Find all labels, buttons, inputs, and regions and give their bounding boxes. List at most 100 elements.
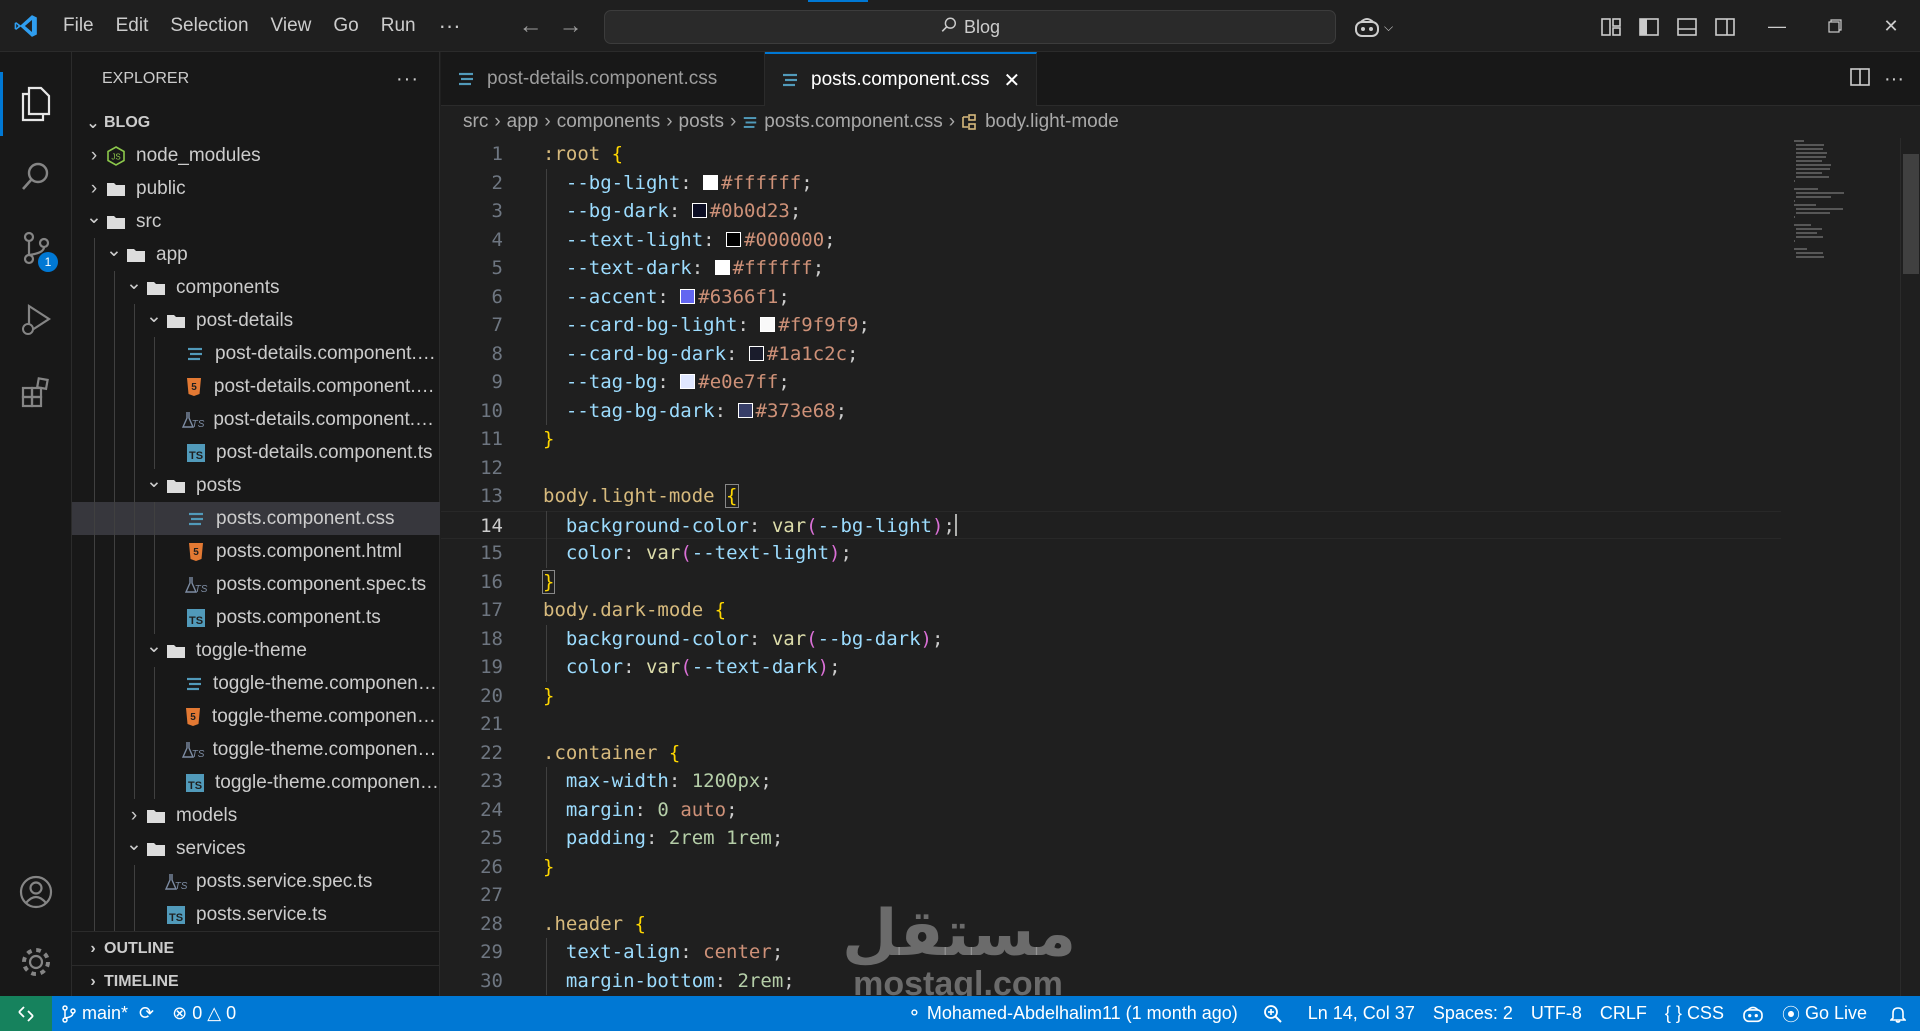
eol-status[interactable]: CRLF xyxy=(1591,996,1656,1031)
code-line[interactable]: 28 .header { xyxy=(441,910,1781,939)
outline-section-header[interactable]: › OUTLINE xyxy=(72,932,440,965)
tree-item-posts-component-css[interactable]: posts.component.css xyxy=(72,502,440,535)
breadcrumb-item[interactable]: posts.component.css xyxy=(764,111,942,133)
code-line[interactable]: 5 --text-dark: #ffffff; xyxy=(441,254,1781,283)
code-line[interactable]: 1:root { xyxy=(441,140,1781,169)
code-line[interactable]: 6 --accent: #6366f1; xyxy=(441,283,1781,312)
tab-post-details-css[interactable]: post-details.component.css ✕ xyxy=(441,52,765,106)
code-line[interactable]: 9 --tag-bg: #e0e7ff; xyxy=(441,368,1781,397)
extensions-icon[interactable] xyxy=(0,356,72,428)
problems-status[interactable]: ⊗ 0 △ 0 xyxy=(163,996,245,1031)
code-line[interactable]: 26} xyxy=(441,853,1781,882)
color-swatch[interactable] xyxy=(703,174,719,190)
code-line[interactable]: 22 .container { xyxy=(441,739,1781,768)
forward-arrow-icon[interactable]: → xyxy=(553,8,589,44)
breadcrumb-item[interactable]: body.light-mode xyxy=(985,111,1119,133)
tree-item-toggle-theme-component-ts[interactable]: TS toggle-theme.component.ts xyxy=(72,766,440,799)
tree-item-models[interactable]: › models xyxy=(72,799,440,832)
code-line[interactable]: 3 --bg-dark: #0b0d23; xyxy=(441,197,1781,226)
tree-item-posts-component-spec-ts[interactable]: TS posts.component.spec.ts xyxy=(72,568,440,601)
code-line[interactable]: 13 body.light-mode { xyxy=(441,482,1781,511)
tree-item-public[interactable]: › public xyxy=(72,172,440,205)
close-icon[interactable]: ✕ xyxy=(1003,68,1020,93)
code-line[interactable]: 18 background-color: var(--bg-dark); xyxy=(441,625,1781,654)
workspace-root-header[interactable]: ⌄ BLOG xyxy=(72,106,439,139)
settings-gear-icon[interactable] xyxy=(0,926,72,998)
customize-layout-icon[interactable] xyxy=(1596,12,1626,42)
restore-icon[interactable] xyxy=(1806,0,1864,52)
copilot-status-icon[interactable] xyxy=(1733,996,1773,1031)
language-mode[interactable]: { } CSS xyxy=(1656,996,1733,1031)
cursor-position[interactable]: Ln 14, Col 37 xyxy=(1299,996,1424,1031)
tree-item-post-details[interactable]: ⌄ post-details xyxy=(72,304,440,337)
color-swatch[interactable] xyxy=(680,374,696,389)
back-arrow-icon[interactable]: ← xyxy=(513,8,549,44)
code-line[interactable]: 2 --bg-light: #ffffff; xyxy=(441,169,1781,198)
code-line[interactable]: 15 color: var(--text-light); xyxy=(441,539,1781,568)
tree-item-posts-service-spec-ts[interactable]: TS posts.service.spec.ts xyxy=(72,865,440,898)
code-line[interactable]: 29 text-align: center; xyxy=(441,938,1781,967)
breadcrumb-item[interactable]: src xyxy=(463,111,488,133)
tree-item-src[interactable]: ⌄ src xyxy=(72,205,440,238)
menu-selection[interactable]: Selection xyxy=(159,8,259,44)
tree-item-toggle-theme-component-html[interactable]: 5 toggle-theme.component.html xyxy=(72,700,440,733)
tree-item-post-details-component-html[interactable]: 5 post-details.component.html xyxy=(72,370,440,403)
close-icon[interactable]: ✕ xyxy=(1862,0,1920,52)
minimize-icon[interactable]: — xyxy=(1748,0,1806,52)
indentation-status[interactable]: Spaces: 2 xyxy=(1424,996,1522,1031)
code-line[interactable]: 30 margin-bottom: 2rem; xyxy=(441,967,1781,996)
files-icon[interactable] xyxy=(0,68,72,140)
run-debug-icon[interactable] xyxy=(0,284,72,356)
menu-view[interactable]: View xyxy=(260,8,323,44)
code-line[interactable]: 7 --card-bg-light: #f9f9f9; xyxy=(441,311,1781,340)
tree-item-posts-component-ts[interactable]: TS posts.component.ts xyxy=(72,601,440,634)
code-line[interactable]: 21 xyxy=(441,710,1781,739)
color-swatch[interactable] xyxy=(714,260,730,275)
code-line[interactable]: 8 --card-bg-dark: #1a1c2c; xyxy=(441,340,1781,369)
code-line[interactable]: 17 body.dark-mode { xyxy=(441,596,1781,625)
color-swatch[interactable] xyxy=(691,203,707,218)
menu-go[interactable]: Go xyxy=(322,8,369,44)
code-line[interactable]: 24 margin: 0 auto; xyxy=(441,796,1781,825)
code-line[interactable]: 27 xyxy=(441,881,1781,910)
go-live-button[interactable]: ⦿ Go Live xyxy=(1773,996,1876,1031)
account-icon[interactable] xyxy=(0,856,72,928)
scrollbar-thumb[interactable] xyxy=(1903,154,1919,274)
more-actions-icon[interactable]: ··· xyxy=(1884,68,1904,91)
color-swatch[interactable] xyxy=(748,345,764,361)
tree-item-toggle-theme-component-spec-ts[interactable]: TS toggle-theme.component.spec.ts xyxy=(72,733,440,766)
command-center-search[interactable]: Blog xyxy=(604,10,1336,44)
toggle-primary-sidebar-icon[interactable] xyxy=(1634,12,1664,42)
git-blame-status[interactable]: ⚬ Mohamed-Abdelhalim11 (1 month ago) xyxy=(898,996,1247,1031)
split-editor-icon[interactable] xyxy=(1850,67,1870,91)
tree-item-toggle-theme-component-css[interactable]: toggle-theme.component.css xyxy=(72,667,440,700)
code-line[interactable]: 11} xyxy=(441,425,1781,454)
minimap[interactable] xyxy=(1794,138,1858,558)
color-swatch[interactable] xyxy=(737,402,753,418)
tree-item-post-details-component-spec-ts[interactable]: TS post-details.component.spec.ts xyxy=(72,403,440,436)
tree-item-toggle-theme[interactable]: ⌄ toggle-theme xyxy=(72,634,440,667)
tab-posts-css[interactable]: posts.component.css ✕ xyxy=(765,52,1038,106)
source-control-icon[interactable]: 1 xyxy=(0,212,72,284)
tree-item-components[interactable]: ⌄ components xyxy=(72,271,440,304)
code-editor[interactable]: 1:root {2 --bg-light: #ffffff; 3 --bg-dar… xyxy=(441,138,1920,996)
code-line[interactable]: 25 padding: 2rem 1rem; xyxy=(441,824,1781,853)
branch-status[interactable]: main* ⟳ xyxy=(52,996,163,1031)
code-line[interactable]: 14 background-color: var(--bg-light); xyxy=(441,510,1781,539)
color-swatch[interactable] xyxy=(726,231,742,247)
notifications-bell-icon[interactable] xyxy=(1876,996,1920,1031)
zoom-icon[interactable] xyxy=(1247,996,1299,1031)
tree-item-posts-component-html[interactable]: 5 posts.component.html xyxy=(72,535,440,568)
code-line[interactable]: 23 max-width: 1200px; xyxy=(441,767,1781,796)
menu-more-button[interactable]: ··· xyxy=(427,8,473,44)
tree-item-post-details-component-css[interactable]: post-details.component.css xyxy=(72,337,440,370)
explorer-more-button[interactable]: ··· xyxy=(396,68,419,91)
copilot-button[interactable]: ⌵ xyxy=(1354,10,1393,44)
code-line[interactable]: 12 xyxy=(441,454,1781,483)
tree-item-posts-service-ts[interactable]: TS posts.service.ts xyxy=(72,898,440,931)
tree-item-node-modules[interactable]: › JS node_modules xyxy=(72,139,440,172)
code-line[interactable]: 4 --text-light: #000000; xyxy=(441,226,1781,255)
toggle-secondary-sidebar-icon[interactable] xyxy=(1710,12,1740,42)
code-line[interactable]: 20} xyxy=(441,682,1781,711)
tree-item-post-details-component-ts[interactable]: TS post-details.component.ts xyxy=(72,436,440,469)
